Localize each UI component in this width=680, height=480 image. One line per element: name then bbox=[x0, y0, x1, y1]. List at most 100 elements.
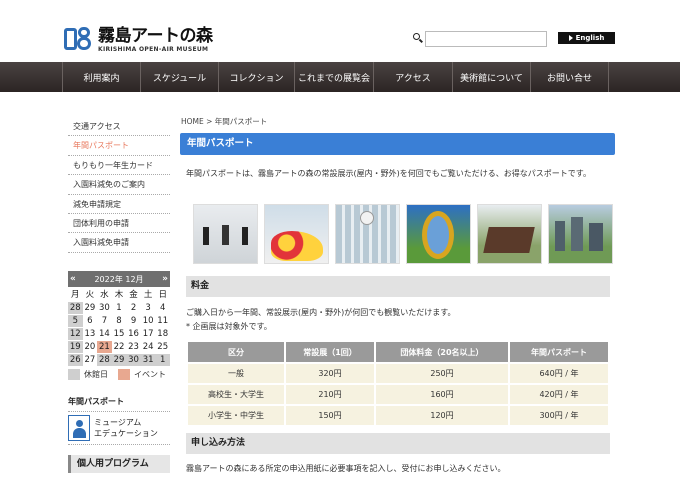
calendar-day[interactable]: 31 bbox=[140, 354, 156, 366]
th-annual: 年間パスポート bbox=[510, 342, 608, 362]
prev-month-button[interactable]: « bbox=[70, 274, 76, 284]
calendar-weekday: 水 bbox=[100, 290, 109, 300]
calendar-day[interactable]: 4 bbox=[155, 302, 170, 314]
nav-item-access[interactable]: アクセス bbox=[374, 62, 453, 92]
breadcrumb[interactable]: HOME > 年間パスポート bbox=[181, 116, 267, 127]
edu-line-1: ミュージアム bbox=[94, 418, 142, 427]
calendar-weekday: 火 bbox=[85, 290, 95, 300]
sidebar-item-annual-passport[interactable]: 年間パスポート bbox=[68, 136, 170, 156]
cell-permanent: 320円 bbox=[286, 364, 374, 383]
fee-table: 区分 常設展（1回） 団体料金（20名以上） 年間パスポート 一般 320円 2… bbox=[186, 340, 610, 427]
apply-text: 霧島アートの森にある所定の申込用紙に必要事項を記入し、受付にお申し込みください。 bbox=[186, 464, 506, 473]
sidebar-item-exemption-application[interactable]: 入園料減免申請 bbox=[68, 233, 170, 253]
calendar-day[interactable]: 26 bbox=[68, 354, 83, 366]
calendar-day[interactable]: 1 bbox=[155, 354, 170, 366]
calendar-day[interactable]: 10 bbox=[141, 315, 156, 327]
calendar-day[interactable]: 21 bbox=[97, 341, 112, 353]
search-input[interactable] bbox=[425, 31, 547, 47]
calendar-day[interactable]: 8 bbox=[112, 315, 127, 327]
table-row: 小学生・中学生 150円 120円 300円 / 年 bbox=[188, 406, 608, 425]
calendar-weekday: 木 bbox=[114, 290, 124, 300]
calendar-day[interactable]: 19 bbox=[68, 341, 83, 353]
nav-item-contact[interactable]: お問い合せ bbox=[531, 62, 609, 92]
nav-item-past-exhibitions[interactable]: これまでの展覧会 bbox=[295, 62, 374, 92]
cell-permanent: 210円 bbox=[286, 385, 374, 404]
sidebar-item-first-grader-card[interactable]: もりもり一年生カード bbox=[68, 156, 170, 176]
calendar-day[interactable]: 28 bbox=[97, 354, 112, 366]
calendar-day[interactable]: 9 bbox=[126, 315, 141, 327]
calendar-header: « 2022年 12月 » bbox=[68, 271, 170, 287]
logo-mark-icon bbox=[64, 26, 94, 53]
calendar-day[interactable]: 14 bbox=[97, 328, 112, 340]
nav-item-collection[interactable]: コレクション bbox=[219, 62, 295, 92]
fee-heading: 料金 bbox=[186, 276, 610, 297]
page-title: 年間パスポート bbox=[180, 133, 615, 155]
photo-strip bbox=[190, 201, 616, 267]
cell-permanent: 150円 bbox=[286, 406, 374, 425]
calendar-day[interactable]: 7 bbox=[97, 315, 112, 327]
calendar-day[interactable]: 16 bbox=[126, 328, 141, 340]
personal-program-heading[interactable]: 個人用プログラム bbox=[68, 455, 170, 473]
cell-annual: 300円 / 年 bbox=[510, 406, 608, 425]
cell-group: 120円 bbox=[376, 406, 508, 425]
calendar-day[interactable]: 24 bbox=[141, 341, 156, 353]
calendar-day[interactable]: 18 bbox=[155, 328, 170, 340]
sidebar-item-access[interactable]: 交通アクセス bbox=[68, 117, 170, 137]
calendar-weekday: 金 bbox=[129, 290, 138, 300]
calendar-day[interactable]: 29 bbox=[83, 302, 98, 314]
calendar-day[interactable]: 2 bbox=[126, 302, 141, 314]
calendar-day[interactable]: 25 bbox=[155, 341, 170, 353]
calendar-day[interactable]: 22 bbox=[112, 341, 127, 353]
fee-description: ご購入日から一年間、常設展示(屋内・野外)が何回でも観覧いただけます。 * 企画… bbox=[186, 306, 455, 334]
sidebar-menu: 交通アクセス 年間パスポート もりもり一年生カード 入園料減免のご案内 減免申請… bbox=[68, 117, 170, 253]
cell-group: 160円 bbox=[376, 385, 508, 404]
play-arrow-icon bbox=[568, 35, 573, 41]
english-button[interactable]: English bbox=[558, 32, 615, 44]
closed-day-swatch bbox=[68, 369, 80, 380]
calendar-day[interactable]: 12 bbox=[68, 328, 83, 340]
calendar-day[interactable]: 29 bbox=[111, 354, 127, 366]
calendar-day[interactable]: 30 bbox=[97, 302, 112, 314]
calendar-weekday: 土 bbox=[143, 290, 153, 300]
calendar-day[interactable]: 11 bbox=[155, 315, 170, 327]
calendar-day[interactable]: 13 bbox=[83, 328, 98, 340]
next-month-button[interactable]: » bbox=[162, 274, 168, 284]
calendar-legend: 休館日 イベント bbox=[68, 369, 170, 380]
calendar-day[interactable]: 1 bbox=[112, 302, 127, 314]
museum-logo[interactable]: 霧島アートの森 KIRISHIMA OPEN-AIR MUSEUM bbox=[64, 26, 213, 53]
table-row: 高校生・大学生 210円 160円 420円 / 年 bbox=[188, 385, 608, 404]
nav-item-schedule[interactable]: スケジュール bbox=[141, 62, 219, 92]
cell-group: 250円 bbox=[376, 364, 508, 383]
photo-golden-mirror[interactable] bbox=[403, 201, 474, 267]
sidebar-item-exemption-rules[interactable]: 減免申請規定 bbox=[68, 195, 170, 214]
th-permanent: 常設展（1回） bbox=[286, 342, 374, 362]
calendar-day[interactable]: 15 bbox=[112, 328, 127, 340]
calendar-day[interactable]: 20 bbox=[83, 341, 98, 353]
nav-item-about[interactable]: 美術館について bbox=[453, 62, 531, 92]
photo-rust-structure[interactable] bbox=[474, 201, 545, 267]
nav-item-guide[interactable]: 利用案内 bbox=[63, 62, 141, 92]
calendar-day[interactable]: 5 bbox=[68, 315, 83, 327]
cell-category: 高校生・大学生 bbox=[188, 385, 284, 404]
photo-pumpkin-sculpture[interactable] bbox=[261, 201, 332, 267]
search-icon[interactable] bbox=[413, 33, 423, 43]
person-icon bbox=[68, 415, 90, 441]
photo-gallery-interior[interactable] bbox=[190, 201, 261, 267]
calendar-day[interactable]: 6 bbox=[83, 315, 98, 327]
calendar-day[interactable]: 30 bbox=[126, 354, 141, 366]
calendar-day[interactable]: 28 bbox=[68, 302, 83, 314]
sidebar-item-group-application[interactable]: 団体利用の申請 bbox=[68, 214, 170, 234]
fee-line-1: ご購入日から一年間、常設展示(屋内・野外)が何回でも観覧いただけます。 bbox=[186, 308, 456, 317]
calendar-day[interactable]: 27 bbox=[83, 354, 98, 366]
legend-closed-label: 休館日 bbox=[84, 370, 108, 379]
museum-education-link[interactable]: ミュージアム エデュケーション bbox=[68, 411, 170, 445]
apply-heading: 申し込み方法 bbox=[186, 433, 610, 454]
photo-stone-blocks[interactable] bbox=[545, 201, 616, 267]
sidebar-item-fee-exemption[interactable]: 入園料減免のご案内 bbox=[68, 175, 170, 195]
calendar-day[interactable]: 23 bbox=[126, 341, 141, 353]
photo-glass-atrium[interactable] bbox=[332, 201, 403, 267]
calendar-grid: 月火水木金土日 28 29 30 1 2 3 4 5 6 7 8 9 10 11 12 13 14 15 16 17 18… bbox=[68, 289, 170, 366]
logo-subtitle: KIRISHIMA OPEN-AIR MUSEUM bbox=[98, 45, 209, 53]
calendar-day[interactable]: 3 bbox=[141, 302, 156, 314]
calendar-day[interactable]: 17 bbox=[141, 328, 156, 340]
